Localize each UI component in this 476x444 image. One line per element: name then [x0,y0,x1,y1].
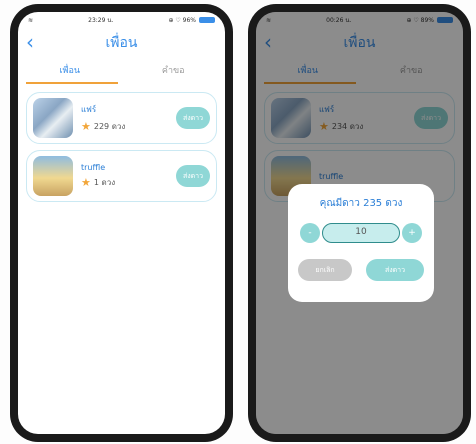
friend-info: แฟร์ ★ 229 ดวง [81,103,125,133]
header: ‹ เพื่อน [18,28,225,58]
screen-right: ≋ 00:26 น. ⊕ ♡ 89% ‹ เพื่อน เพื่อน คำขอ [256,12,463,434]
dialog-actions: ยกเลิก ส่งดาว [296,259,426,281]
friend-name: แฟร์ [81,105,97,114]
friend-name: truffle [81,163,106,172]
star-count: 229 ดวง [93,122,126,131]
phone-left: ≋ 23:29 น. ⊕ ♡ 96% ‹ เพื่อน เพื่อน คำขอ [10,4,233,442]
phone-right: ≋ 00:26 น. ⊕ ♡ 89% ‹ เพื่อน เพื่อน คำขอ [248,4,471,442]
decrement-button[interactable]: - [300,223,320,243]
friend-info: truffle ★ 1 ดวง [81,163,115,189]
status-icons-text: ⊕ ♡ 96% [168,16,196,24]
tabs: เพื่อน คำขอ [18,58,225,84]
quantity-stepper: - 10 + [296,223,426,243]
friend-stars: ★ 1 ดวง [81,176,115,189]
star-count: 1 ดวง [93,178,116,187]
friend-stars: ★ 229 ดวง [81,120,125,133]
star-icon: ★ [81,119,91,133]
send-star-button[interactable]: ส่งดาว [176,107,210,129]
list-item: แฟร์ ★ 229 ดวง ส่งดาว [26,92,217,144]
status-bar: ≋ 23:29 น. ⊕ ♡ 96% [18,12,225,28]
tab-requests[interactable]: คำขอ [122,58,226,84]
list-item: truffle ★ 1 ดวง ส่งดาว [26,150,217,202]
send-star-button[interactable]: ส่งดาว [176,165,210,187]
page-title: เพื่อน [105,35,138,51]
battery-icon [199,17,215,23]
tab-friends[interactable]: เพื่อน [18,58,122,84]
confirm-send-button[interactable]: ส่งดาว [366,259,424,281]
avatar [33,156,73,196]
cancel-button[interactable]: ยกเลิก [298,259,352,281]
screen-left: ≋ 23:29 น. ⊕ ♡ 96% ‹ เพื่อน เพื่อน คำขอ [18,12,225,434]
send-star-dialog: คุณมีดาว 235 ดวง - 10 + ยกเลิก ส่งดาว [288,184,434,302]
canvas: ≋ 23:29 น. ⊕ ♡ 96% ‹ เพื่อน เพื่อน คำขอ [0,0,476,444]
wifi-icon: ≋ [28,16,34,24]
status-icons: ⊕ ♡ 96% [168,17,215,24]
quantity-field[interactable]: 10 [322,223,400,243]
dialog-title: คุณมีดาว 235 ดวง [319,198,403,209]
friend-list: แฟร์ ★ 229 ดวง ส่งดาว truffle ★ 1 ดวง ส่… [18,84,225,202]
avatar [33,98,73,138]
back-chevron-icon[interactable]: ‹ [26,32,34,52]
tab-underline [26,82,118,84]
status-time: 23:29 น. [88,17,114,24]
increment-button[interactable]: + [402,223,422,243]
star-icon: ★ [81,175,91,189]
